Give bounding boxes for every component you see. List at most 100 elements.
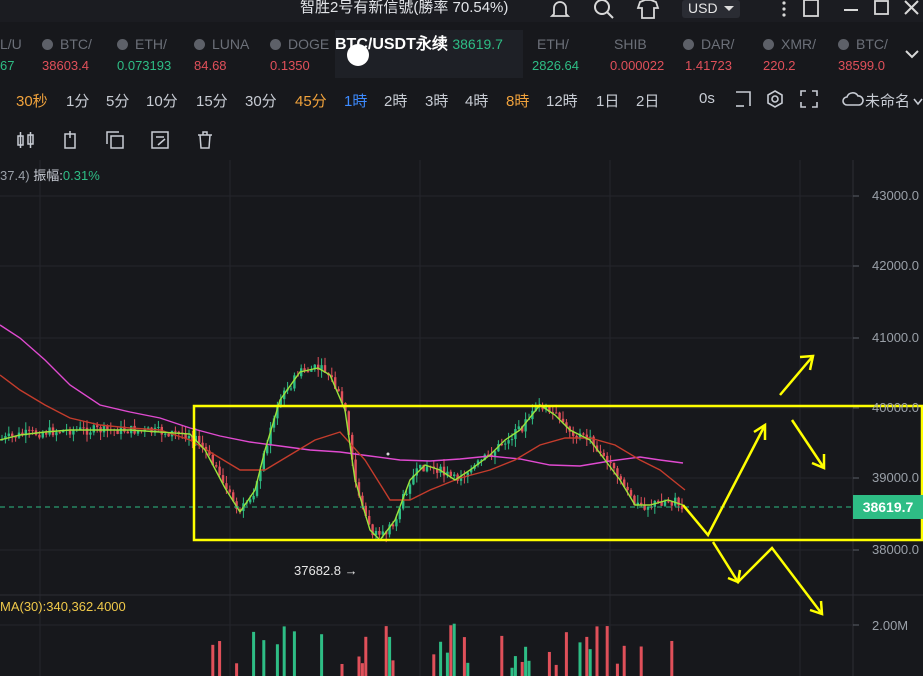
low-price-value: 37682.8 bbox=[294, 563, 341, 578]
settings-icon[interactable] bbox=[766, 90, 784, 108]
volume-tick-label: 2.00M bbox=[872, 618, 909, 633]
candle-body bbox=[453, 474, 456, 477]
volume-bar bbox=[524, 646, 528, 676]
crop-icon[interactable] bbox=[734, 90, 752, 108]
candle-body bbox=[41, 432, 44, 438]
ticker-symbol: ETH/ bbox=[537, 36, 569, 52]
interval-2h[interactable]: 2時 bbox=[384, 90, 407, 111]
ticker-item[interactable]: L/U 67 bbox=[0, 30, 40, 78]
candle-body bbox=[408, 484, 412, 494]
candle-body bbox=[249, 499, 252, 503]
ticker-item[interactable]: SHIB 0.000022 bbox=[610, 30, 676, 78]
interval-10m[interactable]: 10分 bbox=[146, 90, 178, 111]
interval-15m[interactable]: 15分 bbox=[196, 90, 228, 111]
export-icon[interactable] bbox=[800, 0, 824, 20]
volume-bar bbox=[520, 661, 524, 676]
candle-body bbox=[670, 501, 673, 506]
candle-body bbox=[45, 432, 48, 435]
layout-name[interactable]: 未命名 bbox=[865, 90, 910, 111]
ticker-item[interactable]: XMR/ 220.2 bbox=[763, 30, 828, 78]
candle-body bbox=[612, 462, 616, 469]
volume-ma-label: MA(30):340,362.4000 bbox=[0, 599, 126, 614]
ticker-price: 67 bbox=[0, 58, 15, 73]
candle-body bbox=[79, 427, 82, 430]
chevron-down-icon[interactable] bbox=[913, 98, 923, 106]
interval-3h[interactable]: 3時 bbox=[425, 90, 448, 111]
volume-bar bbox=[554, 664, 558, 676]
ticker-item[interactable]: BTC/ 38599.0 bbox=[838, 30, 898, 78]
currency-select[interactable]: USD bbox=[682, 0, 740, 18]
candle-body bbox=[28, 429, 31, 431]
volume-bar bbox=[275, 644, 279, 676]
duplicate-icon[interactable] bbox=[105, 130, 125, 150]
interval-12h[interactable]: 12時 bbox=[546, 90, 578, 111]
volume-bar bbox=[252, 631, 256, 676]
interval-1h[interactable]: 1時 bbox=[344, 90, 367, 111]
ticker-item[interactable]: ETH/ 0.073193 bbox=[117, 30, 187, 78]
interval-8h[interactable]: 8時 bbox=[506, 90, 529, 111]
candle-body bbox=[449, 471, 452, 477]
amplitude-value: 0.31% bbox=[62, 168, 100, 183]
fullscreen-icon[interactable] bbox=[800, 90, 818, 108]
interval-2d[interactable]: 2日 bbox=[636, 90, 659, 111]
ticker-price: 1.41723 bbox=[685, 58, 732, 73]
candle-body bbox=[306, 371, 310, 373]
volume-bar bbox=[391, 660, 395, 676]
edit-icon[interactable] bbox=[150, 130, 170, 150]
volume-bar bbox=[360, 663, 364, 676]
bell-icon[interactable] bbox=[548, 0, 572, 20]
interval-5m[interactable]: 5分 bbox=[106, 90, 129, 111]
trash-icon[interactable] bbox=[195, 130, 215, 150]
volume-bar bbox=[340, 663, 344, 676]
ticker-item[interactable]: DAR/ 1.41723 bbox=[683, 30, 753, 78]
y-tick-label: 39000.0 bbox=[872, 470, 919, 485]
candle-body bbox=[58, 432, 61, 434]
ohlc-value: 37.4) bbox=[0, 168, 30, 183]
candle-body bbox=[517, 426, 520, 430]
close-icon[interactable] bbox=[900, 0, 923, 20]
low-price-marker: 37682.8 → bbox=[294, 563, 358, 578]
amplitude-label: 振幅: bbox=[33, 168, 63, 183]
volume-bar bbox=[510, 667, 514, 676]
volume-bar bbox=[211, 644, 215, 676]
interval-4h[interactable]: 4時 bbox=[465, 90, 488, 111]
ticker-strip: L/U 67 BTC/ 38603.4 ETH/ 0.073193 LUNA 8… bbox=[0, 30, 923, 78]
ticker-item[interactable]: BTC/ 38603.4 bbox=[42, 30, 112, 78]
interval-30m[interactable]: 30分 bbox=[245, 90, 277, 111]
interval-1d[interactable]: 1日 bbox=[596, 90, 619, 111]
volume-bar bbox=[357, 656, 361, 676]
ticker-symbol: DAR/ bbox=[701, 36, 735, 52]
active-ticker-tab[interactable]: BTC/USDT永续 38619.7 bbox=[335, 30, 523, 78]
volume-bar bbox=[384, 626, 388, 676]
candle-body bbox=[167, 433, 170, 437]
coin-icon bbox=[42, 39, 53, 50]
chevron-down-icon[interactable] bbox=[905, 46, 919, 62]
copy-icon[interactable] bbox=[60, 130, 80, 150]
price-chart[interactable] bbox=[0, 160, 923, 676]
ticker-symbol: BTC/ bbox=[856, 36, 888, 52]
interval-45m[interactable]: 45分 bbox=[295, 90, 327, 111]
maximize-icon[interactable] bbox=[870, 0, 894, 20]
ticker-item[interactable]: DOGE 0.1350 bbox=[270, 30, 332, 78]
candle-body bbox=[663, 501, 667, 506]
volume-bar bbox=[578, 642, 582, 676]
y-tick-label: 40000.0 bbox=[872, 400, 919, 415]
minimize-icon[interactable] bbox=[840, 0, 864, 20]
candle-body bbox=[89, 432, 92, 435]
search-icon[interactable] bbox=[592, 0, 616, 20]
currency-value: USD bbox=[688, 0, 718, 16]
cursor-dot bbox=[386, 452, 390, 456]
ticker-price: 220.2 bbox=[763, 58, 796, 73]
volume-bar bbox=[439, 641, 443, 676]
cloud-icon[interactable] bbox=[842, 91, 864, 107]
volume-bar bbox=[595, 626, 599, 676]
ticker-item[interactable]: ETH/ 2826.64 bbox=[532, 30, 607, 78]
coin-icon bbox=[838, 39, 849, 50]
more-icon[interactable] bbox=[772, 0, 796, 20]
shirt-icon[interactable] bbox=[636, 0, 660, 20]
interval-30s[interactable]: 30秒 bbox=[16, 90, 48, 111]
ticker-item[interactable]: LUNA 84.68 bbox=[194, 30, 264, 78]
candles-icon[interactable] bbox=[16, 130, 36, 150]
ticker-price: 38599.0 bbox=[838, 58, 885, 73]
interval-1m[interactable]: 1分 bbox=[66, 90, 89, 111]
